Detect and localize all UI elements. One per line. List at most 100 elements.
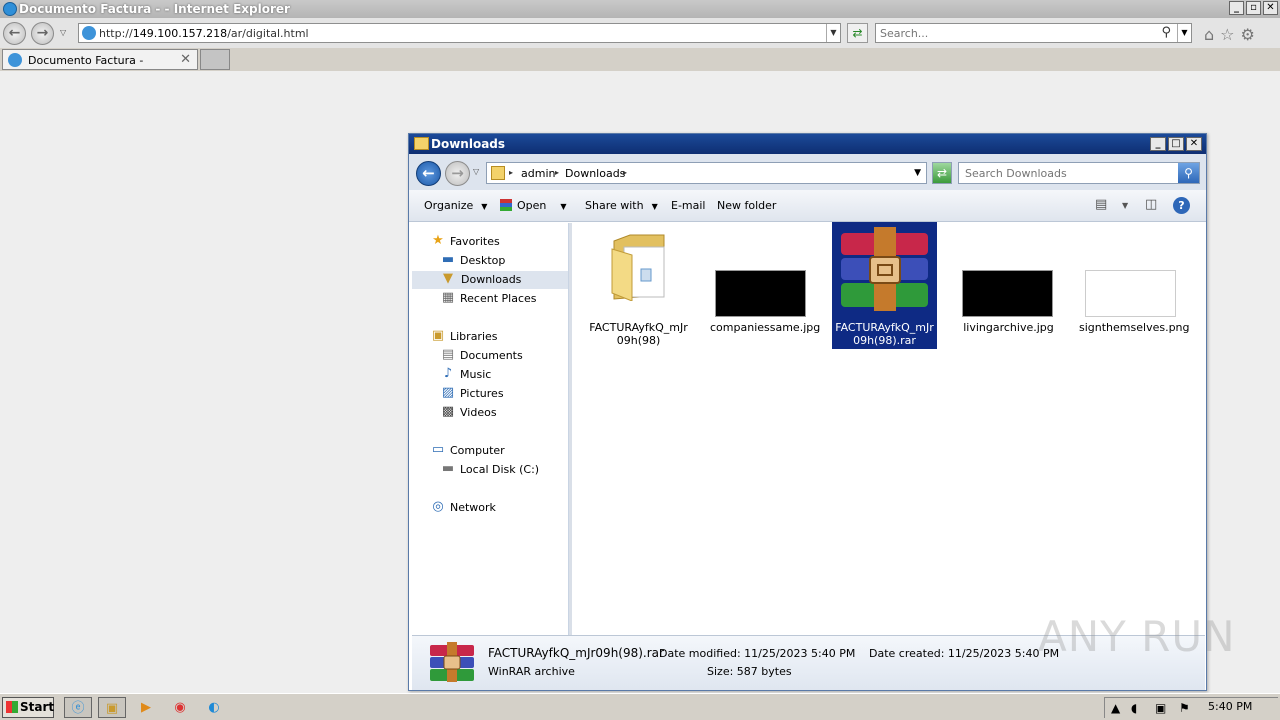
tab-documento-factura[interactable]: Documento Factura - ✕	[2, 49, 198, 70]
explorer-search-input[interactable]	[959, 163, 1174, 183]
preview-pane-icon[interactable]: ◫	[1145, 197, 1157, 212]
address-dropdown-icon[interactable]: ▼	[826, 24, 840, 42]
chevron-right-icon[interactable]: ▸	[509, 168, 513, 177]
navigation-pane: ★ Favorites ▬ Desktop ▼ Downloads ▦ Recent P…	[412, 223, 569, 635]
gear-icon[interactable]: ⚙	[1241, 25, 1255, 44]
organize-button[interactable]: Organize ▼	[424, 199, 487, 212]
details-size: Size: 587 bytes	[707, 665, 792, 678]
action-center-flag-icon[interactable]: ⚑	[1179, 701, 1190, 715]
explorer-search-box[interactable]: ⚲	[958, 162, 1200, 184]
winrar-archive-icon	[430, 642, 474, 682]
folder-icon	[611, 234, 665, 301]
refresh-icon[interactable]: ⇄	[847, 23, 868, 43]
open-button[interactable]: Open ▼	[500, 199, 567, 212]
taskbar-chrome-icon[interactable]: ◉	[166, 697, 194, 718]
explorer-title: Downloads	[431, 137, 506, 151]
file-item-folder[interactable]: FACTURAyfkQ_mJr 09h(98)	[586, 229, 691, 349]
volume-icon[interactable]: ◖	[1131, 701, 1137, 715]
chevron-down-icon[interactable]: ▼	[560, 202, 566, 211]
home-icon[interactable]: ⌂	[1204, 25, 1214, 44]
desktop-icon: ▬	[441, 252, 455, 267]
downloads-folder-icon	[491, 166, 505, 180]
file-name-line1: livingarchive.jpg	[963, 321, 1054, 334]
windows-logo-icon	[6, 701, 18, 713]
file-item-companiessame[interactable]: companiessame.jpg	[710, 229, 820, 349]
folder-icon	[414, 137, 429, 150]
winrar-icon	[500, 199, 512, 211]
ie-forward-button[interactable]: →	[31, 22, 54, 45]
new-folder-button[interactable]: New folder	[717, 199, 776, 212]
winrar-archive-icon	[841, 227, 928, 311]
breadcrumb[interactable]: ▸ admin ▸ Downloads ▸ ▼	[486, 162, 927, 184]
change-view-icon[interactable]: ▤	[1095, 197, 1107, 212]
taskbar-media-player-icon[interactable]: ▶	[132, 697, 160, 718]
minimize-button[interactable]: _	[1229, 1, 1244, 15]
explorer-window: Downloads _ □ ✕ ← → ▽ ▸ admin ▸ Download…	[408, 133, 1207, 691]
star-icon: ★	[432, 233, 444, 248]
ie-search-box[interactable]: ⚲ ▼	[875, 23, 1192, 43]
explorer-refresh-icon[interactable]: ⇄	[932, 162, 952, 184]
details-date-modified: Date modified: 11/25/2023 5:40 PM	[659, 647, 856, 660]
address-bar[interactable]: http://149.100.157.218/ar/digital.html ▼	[78, 23, 841, 43]
favorites-star-icon[interactable]: ☆	[1220, 25, 1234, 44]
image-thumbnail	[1085, 270, 1176, 317]
watermark: ANY RUN	[1038, 612, 1236, 661]
breadcrumb-admin[interactable]: admin	[521, 167, 555, 180]
ie-history-dropdown-icon[interactable]: ▽	[60, 28, 66, 37]
explorer-forward-button[interactable]: →	[445, 161, 470, 186]
nav-label: Favorites	[450, 235, 500, 248]
file-item-signthemselves[interactable]: signthemselves.png	[1079, 229, 1190, 349]
file-name-line1: FACTURAyfkQ_mJr	[835, 321, 934, 334]
explorer-window-controls: _ □ ✕	[1150, 137, 1202, 151]
maximize-button[interactable]: ▫	[1246, 1, 1261, 15]
nav-label: Downloads	[461, 273, 522, 286]
nav-label: Pictures	[460, 387, 504, 400]
breadcrumb-dropdown-icon[interactable]: ▼	[914, 168, 921, 178]
nav-downloads[interactable]: ▼ Downloads	[412, 271, 568, 289]
taskbar-ie-icon[interactable]: ⓔ	[64, 697, 92, 718]
breadcrumb-downloads[interactable]: Downloads	[565, 167, 625, 180]
chevron-right-icon[interactable]: ▸	[555, 168, 559, 177]
start-button[interactable]: Start	[2, 697, 54, 718]
libraries-icon: ▣	[431, 328, 445, 343]
file-item-rar[interactable]: FACTURAyfkQ_mJr 09h(98).rar	[832, 222, 937, 349]
close-button[interactable]: ✕	[1263, 1, 1278, 15]
file-list: FACTURAyfkQ_mJr 09h(98) companiessame.jp…	[572, 222, 1205, 635]
explorer-back-button[interactable]: ←	[416, 161, 441, 186]
help-icon[interactable]: ?	[1173, 197, 1190, 214]
search-icon[interactable]: ⚲	[1178, 163, 1199, 183]
new-tab-button[interactable]	[200, 49, 230, 70]
window-title: Documento Factura - - Internet Explorer	[19, 2, 290, 16]
address-url[interactable]: http://149.100.157.218/ar/digital.html	[99, 27, 309, 40]
tab-close-icon[interactable]: ✕	[180, 52, 191, 67]
taskbar-edge-icon[interactable]: ◐	[200, 697, 228, 718]
search-icon[interactable]: ⚲	[1161, 25, 1171, 40]
recent-pages-dropdown-icon[interactable]: ▽	[473, 167, 479, 176]
ie-tool-icons: ⌂ ☆ ⚙	[1204, 25, 1255, 44]
explorer-minimize-button[interactable]: _	[1150, 137, 1166, 151]
nav-label: Music	[460, 368, 492, 381]
ie-search-input[interactable]	[876, 24, 1146, 42]
chevron-down-icon: ▼	[651, 202, 658, 211]
image-thumbnail	[715, 270, 806, 317]
explorer-nav-bar: ← → ▽ ▸ admin ▸ Downloads ▸ ▼ ⇄ ⚲	[409, 154, 1206, 190]
network-tray-icon[interactable]: ▣	[1155, 701, 1166, 715]
chevron-right-icon[interactable]: ▸	[623, 168, 627, 177]
tray-expand-icon[interactable]: ▲	[1111, 701, 1120, 715]
ie-back-button[interactable]: ←	[3, 22, 26, 45]
music-icon: ♪	[443, 366, 453, 381]
taskbar-explorer-icon[interactable]: ▣	[98, 697, 126, 718]
share-with-button[interactable]: Share with ▼	[585, 199, 658, 212]
videos-icon: ▩	[441, 404, 455, 419]
documents-icon: ▤	[441, 347, 455, 362]
explorer-maximize-button[interactable]: □	[1168, 137, 1184, 151]
explorer-close-button[interactable]: ✕	[1186, 137, 1202, 151]
file-item-livingarchive[interactable]: livingarchive.jpg	[956, 229, 1061, 349]
email-button[interactable]: E-mail	[671, 199, 706, 212]
computer-icon: ▭	[431, 442, 445, 457]
nav-label: Local Disk (C:)	[460, 463, 540, 476]
image-thumbnail	[962, 270, 1053, 317]
view-dropdown-icon[interactable]: ▼	[1122, 201, 1128, 210]
search-dropdown-icon[interactable]: ▼	[1177, 24, 1191, 42]
file-name-line2: 09h(98).rar	[853, 334, 916, 347]
